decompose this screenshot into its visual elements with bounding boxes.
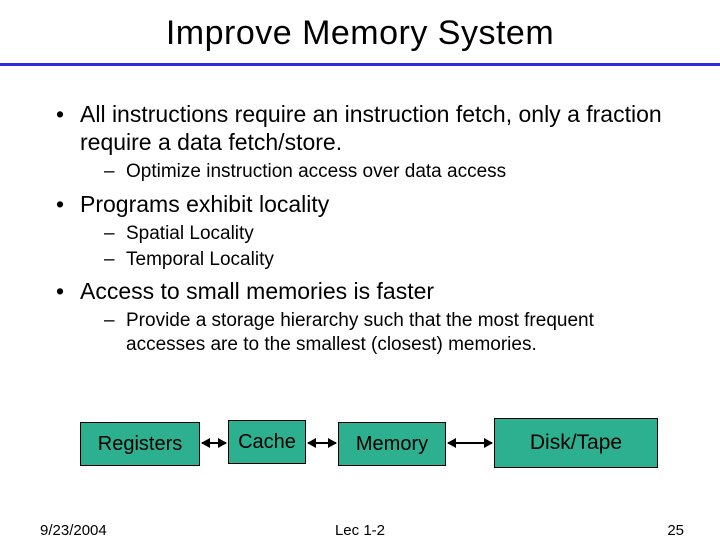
- double-arrow-icon: [202, 442, 226, 444]
- bullet-list: All instructions require an instruction …: [50, 100, 670, 357]
- double-arrow-icon: [448, 442, 492, 444]
- sub-bullet-list: Spatial Locality Temporal Locality: [80, 222, 670, 272]
- slide-title: Improve Memory System: [0, 0, 720, 53]
- footer-page-number: 25: [667, 522, 684, 539]
- double-arrow-icon: [308, 442, 336, 444]
- bullet-item: Programs exhibit locality Spatial Locali…: [50, 190, 670, 272]
- slide: Improve Memory System All instructions r…: [0, 0, 720, 540]
- hierarchy-box-cache: Cache: [228, 420, 306, 464]
- bullet-text: All instructions require an instruction …: [80, 101, 662, 155]
- slide-body: All instructions require an instruction …: [0, 66, 720, 357]
- memory-hierarchy-diagram: Registers Cache Memory Disk/Tape: [80, 418, 690, 478]
- bullet-text: Programs exhibit locality: [80, 191, 329, 217]
- bullet-item: Access to small memories is faster Provi…: [50, 277, 670, 357]
- bullet-item: All instructions require an instruction …: [50, 100, 670, 184]
- footer-lecture: Lec 1-2: [0, 522, 720, 539]
- hierarchy-box-memory: Memory: [338, 422, 446, 466]
- hierarchy-box-disk: Disk/Tape: [494, 418, 658, 468]
- sub-bullet-item: Spatial Locality: [98, 222, 670, 246]
- sub-bullet-item: Provide a storage hierarchy such that th…: [98, 309, 670, 357]
- sub-bullet-item: Optimize instruction access over data ac…: [98, 160, 670, 184]
- sub-bullet-list: Provide a storage hierarchy such that th…: [80, 309, 670, 357]
- bullet-text: Access to small memories is faster: [80, 278, 434, 304]
- sub-bullet-item: Temporal Locality: [98, 248, 670, 272]
- sub-bullet-list: Optimize instruction access over data ac…: [80, 160, 670, 184]
- hierarchy-box-registers: Registers: [80, 422, 200, 466]
